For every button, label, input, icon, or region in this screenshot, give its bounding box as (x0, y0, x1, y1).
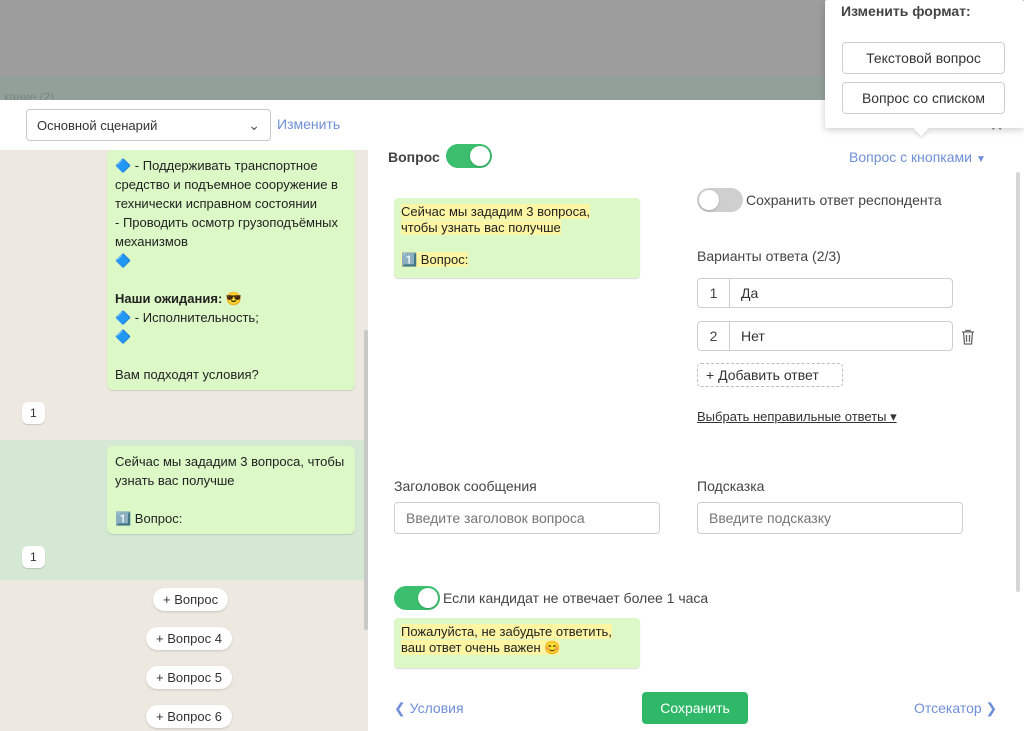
next-step-link[interactable]: Отсекатор ❯ (914, 700, 997, 717)
preview-line: Сейчас мы зададим 3 вопроса, (401, 204, 590, 219)
bubble-line: 🔷 (115, 329, 132, 344)
add-question-6-button[interactable]: + Вопрос 6 (146, 705, 232, 728)
reminder-line: Пожалуйста, не забудьте ответить, (401, 624, 612, 639)
answer-row[interactable]: 1 Да (697, 278, 953, 308)
prev-step-label: Условия (409, 700, 464, 716)
select-wrong-answers-link[interactable]: Выбрать неправильные ответы ▾ (697, 409, 897, 425)
add-answer-button[interactable]: + Добавить ответ (697, 363, 843, 387)
answer-row[interactable]: 2 Нет (697, 321, 953, 351)
sunglasses-emoji: 😎 (222, 291, 243, 306)
editor-scrollbar[interactable] (1016, 172, 1020, 592)
caret-down-icon: ▼ (975, 154, 986, 165)
preview-line: чтобы узнать вас получше (401, 220, 561, 235)
save-answer-label: Сохранить ответ респондента (746, 192, 942, 208)
question-toggle[interactable] (446, 144, 492, 168)
add-question-4-button[interactable]: + Вопрос 4 (146, 627, 232, 650)
answer-input[interactable]: Да (730, 279, 758, 307)
bubble-line: - Проводить осмотр грузоподъёмных механи… (115, 215, 339, 249)
timeout-label: Если кандидат не отвечает более 1 часа (443, 590, 709, 606)
hint-label: Подсказка (697, 478, 765, 494)
next-step-label: Отсекатор (914, 700, 982, 716)
prev-step-link[interactable]: ❮ Условия (394, 700, 464, 717)
chat-bubble-conditions: 🔷 - Поддерживать транспортное средство и… (107, 150, 355, 390)
change-scenario-link[interactable]: Изменить (277, 116, 340, 132)
bubble-line: 🔷 (115, 253, 132, 268)
chevron-left-icon: ❮ (394, 700, 410, 716)
add-question-button[interactable]: + Вопрос (153, 588, 229, 611)
change-format-popup: Изменить формат: Текстовой вопрос Вопрос… (825, 0, 1024, 137)
answer-number: 1 (698, 279, 730, 307)
answer-input[interactable]: Нет (730, 322, 765, 350)
question-type-dropdown[interactable]: Вопрос с кнопками ▼ (849, 149, 986, 165)
text-question-option[interactable]: Текстовой вопрос (842, 42, 1005, 74)
answers-label: Варианты ответа (2/3) (697, 248, 841, 264)
answer-count-chip: 1 (22, 546, 45, 568)
toggle-knob (699, 190, 719, 210)
hint-input[interactable] (697, 502, 963, 534)
answer-number: 2 (698, 322, 730, 350)
chat-preview-panel: Основной сценарий ⌄ Изменить 🔷 - Поддерж… (0, 100, 368, 731)
bubble-question: Вам подходят условия? (115, 367, 259, 382)
toggle-knob (418, 588, 438, 608)
chevron-down-icon: ⌄ (248, 117, 260, 133)
trash-icon[interactable] (961, 329, 975, 345)
list-question-option[interactable]: Вопрос со списком (842, 82, 1005, 114)
question-preview-bubble: Сейчас мы зададим 3 вопроса, чтобы узнат… (394, 198, 640, 278)
preview-line: 1️⃣ Вопрос: (401, 252, 469, 267)
scenario-select-value: Основной сценарий (37, 118, 158, 133)
scenario-bar: Основной сценарий ⌄ Изменить (0, 100, 368, 150)
bubble-line: 🔷 - Поддерживать транспортное средство и… (115, 158, 338, 211)
bubble-expectations-heading: Наши ожидания: (115, 291, 223, 306)
question-editor-panel: Вопрос Вопрос с кнопками▼ ✕ Сейчас мы за… (368, 100, 1024, 731)
header-input[interactable] (394, 502, 660, 534)
popup-title: Изменить формат: (841, 3, 971, 19)
add-question-5-button[interactable]: + Вопрос 5 (146, 666, 232, 689)
save-button[interactable]: Сохранить (642, 692, 748, 724)
question-label: Вопрос (388, 149, 440, 165)
header-label: Заголовок сообщения (394, 478, 537, 494)
toggle-knob (470, 146, 490, 166)
bubble-line: 🔷 - Исполнительность; (115, 310, 259, 325)
timeout-toggle[interactable] (394, 586, 440, 610)
save-answer-toggle[interactable] (697, 188, 743, 212)
question-type-value: Вопрос с кнопками (849, 149, 972, 165)
chat-bubble-questions: Сейчас мы зададим 3 вопроса, чтобы узнат… (107, 446, 355, 534)
reminder-line: ваш ответ очень важен 😊 (401, 640, 561, 655)
scenario-select[interactable]: Основной сценарий ⌄ (26, 109, 271, 141)
answer-count-chip: 1 (22, 402, 45, 424)
reminder-bubble: Пожалуйста, не забудьте ответить, ваш от… (394, 618, 640, 668)
chevron-right-icon: ❯ (981, 700, 998, 716)
